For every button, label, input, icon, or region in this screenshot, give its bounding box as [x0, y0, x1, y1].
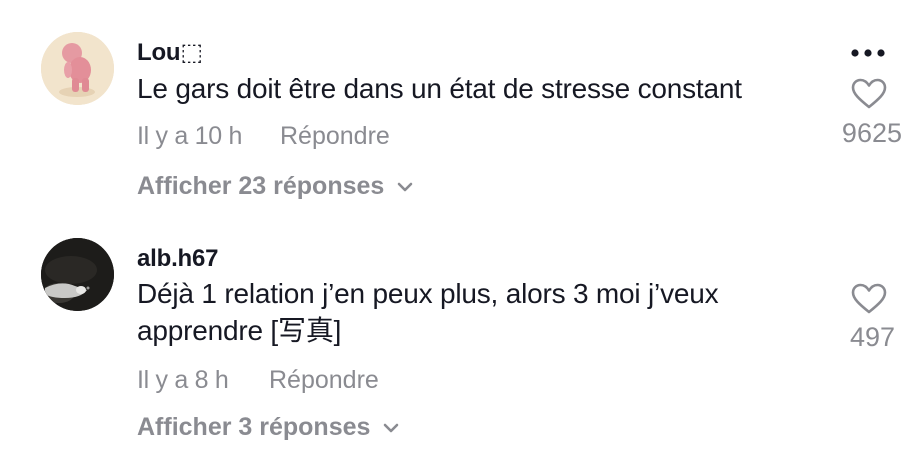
comment-time: Il y a 8 h: [137, 366, 229, 394]
pink-figure-avatar-icon: [41, 32, 114, 105]
view-replies-label: Afficher 23 réponses: [137, 172, 385, 200]
like-count: 497: [849, 322, 895, 352]
heart-outline-icon[interactable]: [851, 283, 887, 315]
comment-item: alb.h67 Déjà 1 relation j’en peux plus, …: [0, 225, 922, 464]
heart-outline-icon[interactable]: [851, 78, 887, 110]
dark-photo-avatar-icon: [41, 238, 114, 311]
chevron-down-icon: [398, 182, 413, 191]
like-count: 9625: [841, 118, 902, 148]
avatar[interactable]: [41, 238, 114, 311]
more-horizontal-icon[interactable]: [848, 46, 888, 60]
comment-item: Lou⬚ Le gars doit être dans un état de s…: [0, 0, 922, 220]
chevron-down-icon: [384, 423, 399, 432]
avatar[interactable]: [41, 32, 114, 105]
reply-button[interactable]: Répondre: [269, 366, 379, 395]
view-replies-button[interactable]: Afficher 3 réponses: [137, 413, 400, 442]
comment-text: Le gars doit être dans un état de stress…: [137, 73, 742, 104]
comment-text: Déjà 1 relation j’en peux plus, alors 3 …: [137, 278, 719, 346]
username[interactable]: Lou⬚: [137, 38, 203, 67]
view-replies-button[interactable]: Afficher 23 réponses: [137, 172, 414, 201]
comment-time: Il y a 10 h: [137, 122, 243, 150]
username[interactable]: alb.h67: [137, 245, 219, 273]
reply-button[interactable]: Répondre: [280, 122, 390, 151]
view-replies-label: Afficher 3 réponses: [137, 413, 371, 441]
